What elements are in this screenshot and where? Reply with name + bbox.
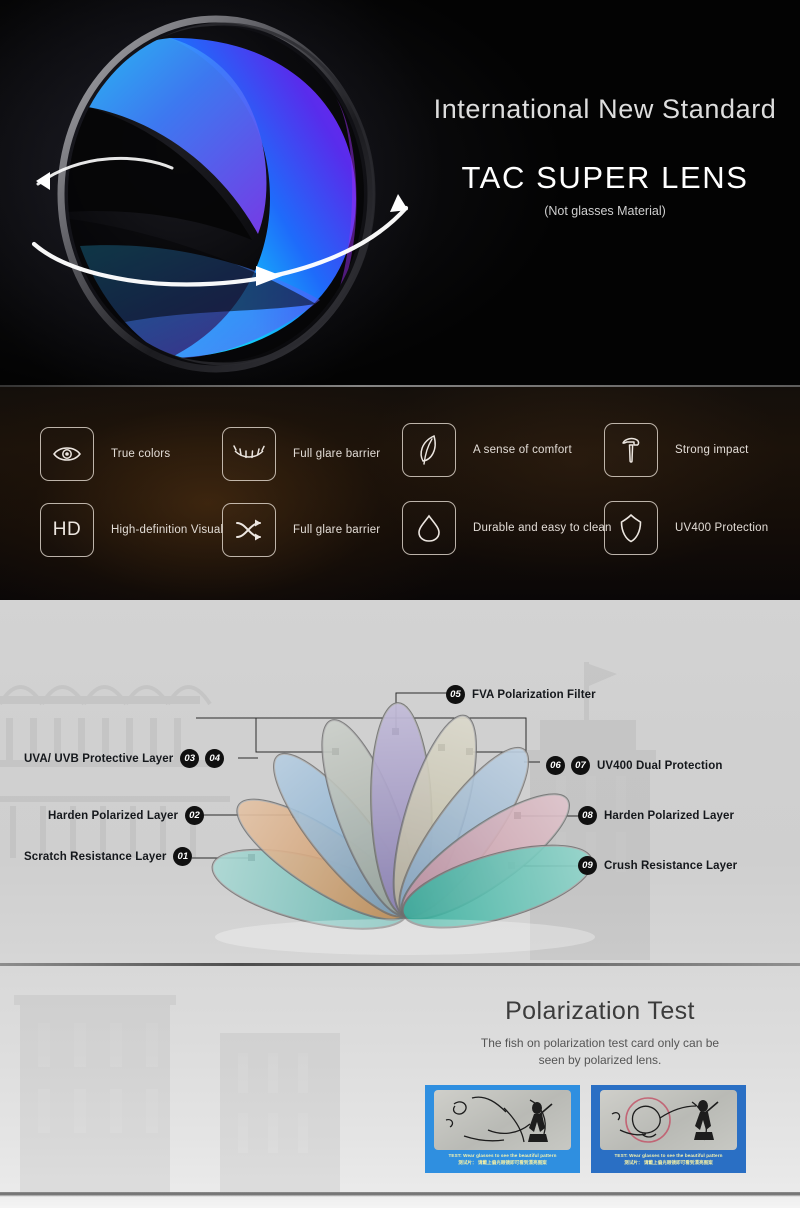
droplet-icon <box>402 501 456 555</box>
shuffle-icon <box>222 503 276 557</box>
diagram-label-crush: 09 Crush Resistance Layer <box>578 856 737 875</box>
hammer-icon <box>604 423 658 477</box>
unpolarized-test-card[interactable]: TEST: Wear glasses to see the beautiful … <box>425 1085 580 1173</box>
feature-label: True colors <box>111 448 171 460</box>
subtitle-line-1: The fish on polarization test card only … <box>480 1036 720 1050</box>
feature-item-glare-barrier-1[interactable]: Full glare barrier <box>222 427 380 481</box>
badge-07: 07 <box>571 756 590 775</box>
eyelash-icon <box>222 427 276 481</box>
hd-icon-text: HD <box>52 519 82 540</box>
lens-sphere-icon <box>20 8 420 380</box>
feature-label: Durable and easy to clean <box>473 522 612 534</box>
badge-05: 05 <box>446 685 465 704</box>
diagram-label-text: Crush Resistance Layer <box>604 859 738 872</box>
feature-item-comfort[interactable]: A sense of comfort <box>402 423 572 477</box>
diagram-label-text: Harden Polarized Layer <box>48 809 179 822</box>
feature-item-hd[interactable]: HD High-definition Visual <box>40 503 223 557</box>
feature-item-true-colors[interactable]: True colors <box>40 427 170 481</box>
badge-02: 02 <box>185 806 205 825</box>
feature-label: Full glare barrier <box>293 448 381 460</box>
shield-icon <box>604 501 658 555</box>
diagram-label-text: UV400 Dual Protection <box>597 759 723 772</box>
diagram-label-fva: 05 FVA Polarization Filter <box>446 685 596 704</box>
feature-item-glare-barrier-2[interactable]: Full glare barrier <box>222 503 380 557</box>
test-card-caption-cn: 测试片： 请戴上偏光眼镜即可看到漂亮图案 <box>458 1159 547 1165</box>
feature-label: UV400 Protection <box>675 522 769 534</box>
section-title: Polarization Test <box>505 997 695 1025</box>
feature-label: Full glare barrier <box>293 524 381 536</box>
feature-label: Strong impact <box>675 444 749 456</box>
feature-label: High-definition Visual <box>111 524 224 536</box>
hd-icon: HD <box>40 503 94 557</box>
badge-04: 04 <box>205 749 225 768</box>
hero-subtitle: (Not glasses Material) <box>544 203 666 218</box>
feature-item-strong-impact[interactable]: Strong impact <box>604 423 749 477</box>
badge-01: 01 <box>173 847 193 866</box>
features-section: True colors Full glare barrier A sense o… <box>0 385 800 600</box>
diagram-label-text: FVA Polarization Filter <box>472 688 596 701</box>
test-card-caption-en: TEST: Wear glasses to see the beautiful … <box>448 1153 557 1158</box>
test-card-image-unpolarized <box>434 1090 571 1150</box>
badge-08: 08 <box>578 806 597 825</box>
diagram-label-harden-right: 08 Harden Polarized Layer <box>578 806 734 825</box>
test-card-caption-en: TEST: Wear glasses to see the beautiful … <box>614 1153 723 1158</box>
feature-item-easy-clean[interactable]: Durable and easy to clean <box>402 501 612 555</box>
hero-title: TAC SUPER LENS <box>461 159 749 195</box>
polarized-test-card[interactable]: TEST: Wear glasses to see the beautiful … <box>591 1085 746 1173</box>
test-card-caption-cn: 测试片： 请戴上偏光眼镜即可看到漂亮图案 <box>624 1159 713 1165</box>
eye-icon <box>40 427 94 481</box>
diagram-label-scratch: Scratch Resistance Layer 01 <box>24 847 193 866</box>
product-detail-page: International New Standard TAC SUPER LEN… <box>0 0 800 1208</box>
lens-structure-section: UVA/ UVB Protective Layer 03 04 Harden P… <box>0 600 800 963</box>
diagram-label-uv400: 06 07 UV400 Dual Protection <box>546 756 722 775</box>
subtitle-line-2: seen by polarized lens. <box>538 1053 662 1068</box>
section-subtitle: The fish on polarization test card only … <box>400 1035 800 1069</box>
feature-label: A sense of comfort <box>473 444 572 456</box>
diagram-label-uva-uvb: UVA/ UVB Protective Layer 03 04 <box>24 749 225 768</box>
polarization-test-header: Polarization Test The fish on polarizati… <box>400 997 800 1069</box>
hero-text-block: International New Standard TAC SUPER LEN… <box>420 94 790 218</box>
bottom-divider <box>0 1192 800 1208</box>
diagram-label-text: Scratch Resistance Layer <box>24 850 167 863</box>
badge-03: 03 <box>180 749 200 768</box>
features-grid: True colors Full glare barrier A sense o… <box>0 407 800 587</box>
hero-eyebrow: International New Standard <box>433 94 777 124</box>
hero-section: International New Standard TAC SUPER LEN… <box>0 0 800 385</box>
feature-item-uv400[interactable]: UV400 Protection <box>604 501 768 555</box>
badge-09: 09 <box>578 856 597 875</box>
badge-06: 06 <box>546 756 565 775</box>
diagram-label-harden-left: Harden Polarized Layer 02 <box>48 806 205 825</box>
feather-icon <box>402 423 456 477</box>
diagram-label-text: Harden Polarized Layer <box>604 809 735 822</box>
section-divider <box>0 385 800 387</box>
diagram-label-text: UVA/ UVB Protective Layer <box>24 752 174 765</box>
test-card-image-polarized <box>600 1090 737 1150</box>
